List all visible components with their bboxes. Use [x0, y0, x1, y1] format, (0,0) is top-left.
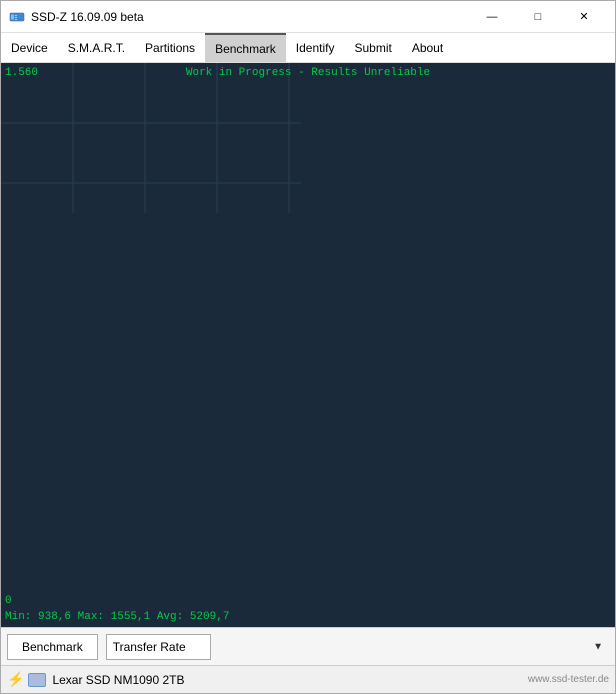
- transfer-rate-dropdown[interactable]: Transfer Rate Access Time IOPS: [106, 634, 211, 660]
- bottom-toolbar: Benchmark Transfer Rate Access Time IOPS…: [1, 627, 615, 665]
- chart-area: 1.560 Work in Progress - Results Unrelia…: [1, 63, 615, 627]
- menu-bar: Device S.M.A.R.T. Partitions Benchmark I…: [1, 33, 615, 63]
- lightning-icon: ⚡: [7, 671, 24, 688]
- chart-stats: Min: 938,6 Max: 1555,1 Avg: 5209,7: [5, 611, 229, 623]
- menu-item-submit[interactable]: Submit: [344, 33, 401, 62]
- drive-name: Lexar SSD NM1090 2TB: [52, 673, 527, 687]
- minimize-button[interactable]: —: [469, 1, 515, 33]
- dropdown-arrow-icon: ▼: [593, 641, 603, 652]
- status-bar: ⚡ Lexar SSD NM1090 2TB www.ssd-tester.de: [1, 665, 615, 693]
- drive-icon: [28, 673, 46, 687]
- menu-item-smart[interactable]: S.M.A.R.T.: [58, 33, 135, 62]
- chart-grid: [1, 63, 301, 213]
- window-controls: — □ ✕: [469, 1, 607, 33]
- main-window: SSD-Z 16.09.09 beta — □ ✕ Device S.M.A.R…: [0, 0, 616, 694]
- benchmark-button[interactable]: Benchmark: [7, 634, 98, 660]
- maximize-button[interactable]: □: [515, 1, 561, 33]
- dropdown-wrapper: Transfer Rate Access Time IOPS ▼: [106, 634, 609, 660]
- menu-item-benchmark[interactable]: Benchmark: [205, 33, 286, 62]
- menu-item-about[interactable]: About: [402, 33, 453, 62]
- menu-item-device[interactable]: Device: [1, 33, 58, 62]
- chart-title: Work in Progress - Results Unreliable: [186, 67, 430, 79]
- menu-item-partitions[interactable]: Partitions: [135, 33, 205, 62]
- menu-item-identify[interactable]: Identify: [286, 33, 345, 62]
- window-title: SSD-Z 16.09.09 beta: [31, 10, 469, 24]
- chart-min-label: 0: [5, 595, 12, 607]
- app-icon: [9, 9, 25, 25]
- close-button[interactable]: ✕: [561, 1, 607, 33]
- website-label: www.ssd-tester.de: [528, 674, 609, 685]
- title-bar: SSD-Z 16.09.09 beta — □ ✕: [1, 1, 615, 33]
- chart-max-label: 1.560: [5, 67, 38, 79]
